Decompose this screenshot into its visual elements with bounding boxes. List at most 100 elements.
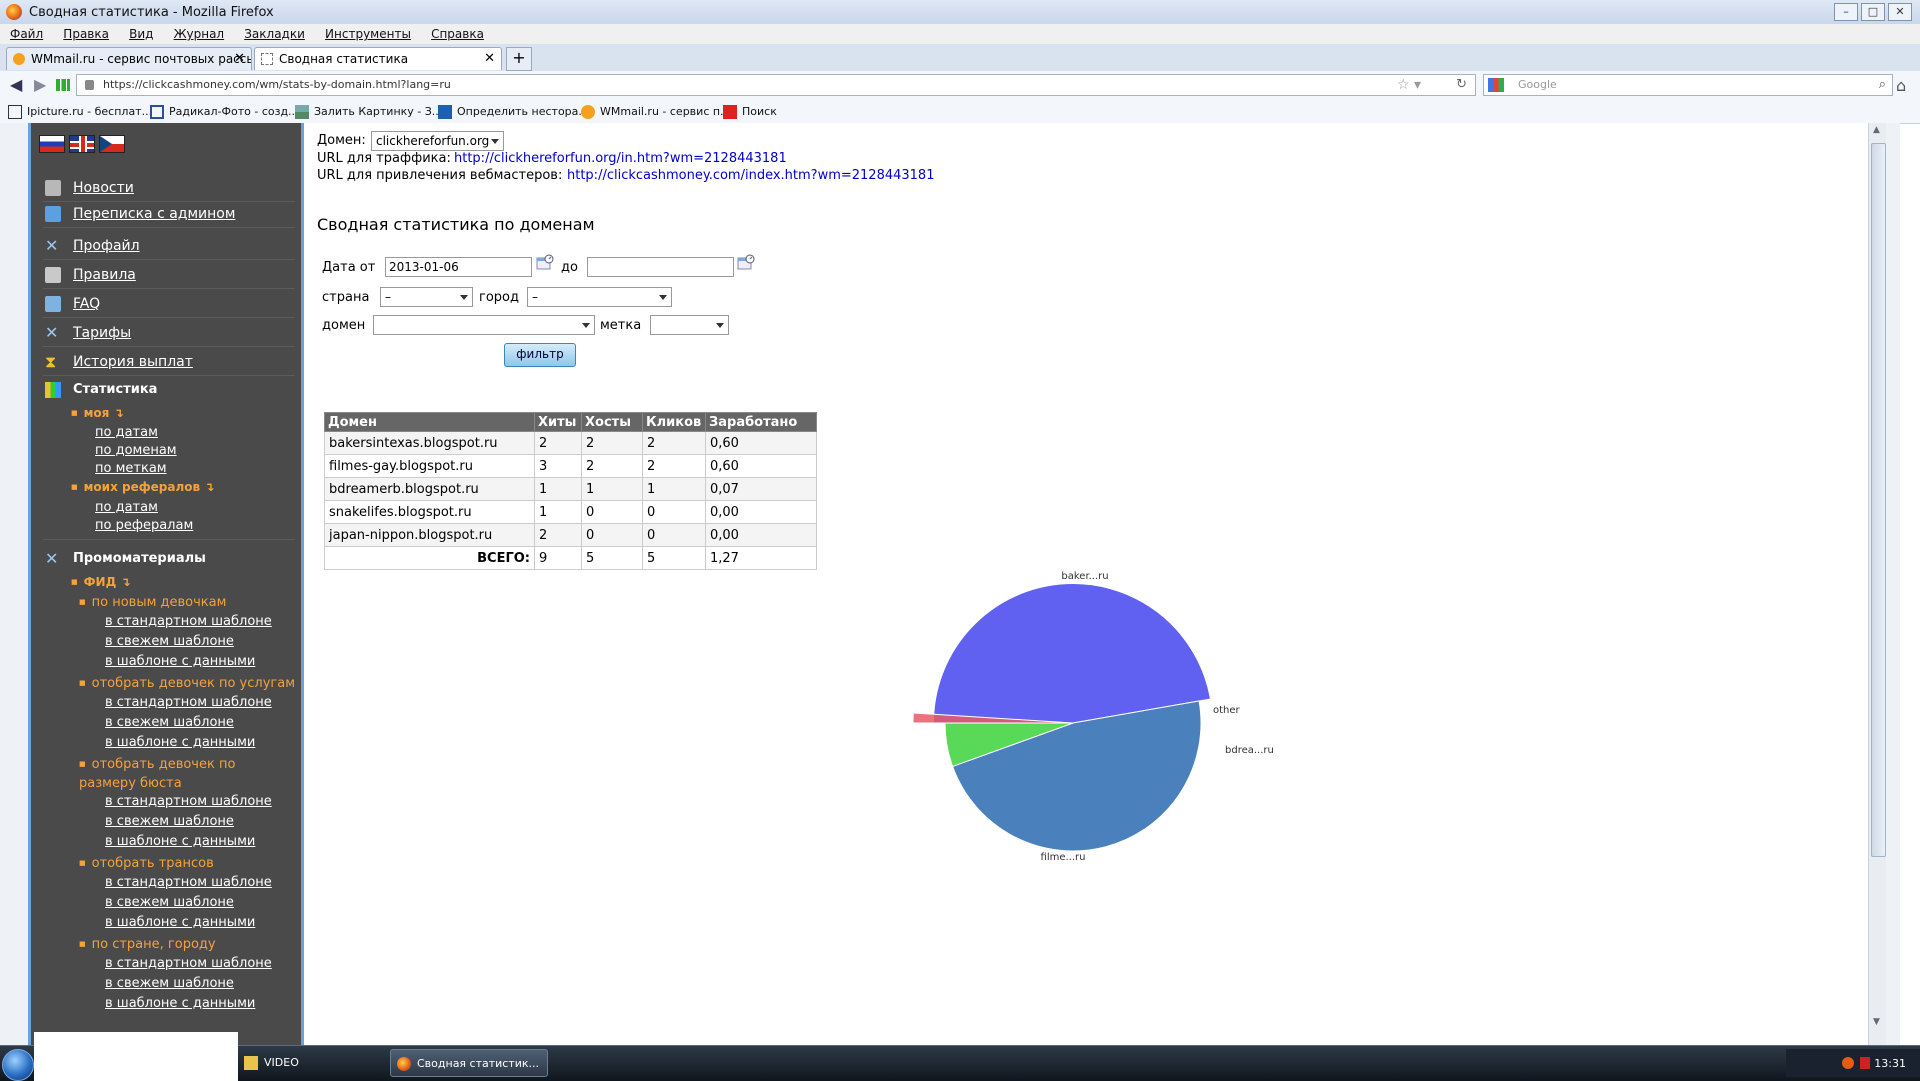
promo-feed[interactable]: ФИД ↴ [71, 575, 131, 589]
sidebar-item-profile[interactable]: ✕ Профайл [43, 233, 295, 260]
home-icon[interactable]: ⌂ [1896, 76, 1906, 95]
forward-arrow-icon[interactable]: ▶ [34, 75, 46, 94]
scroll-down-icon[interactable]: ▼ [1873, 1017, 1880, 1027]
promo-link[interactable]: в стандартном шаблоне [105, 614, 272, 629]
taskbar-item-firefox[interactable]: Сводная статистик... [390, 1049, 548, 1077]
sidebar-item-label[interactable]: Тарифы [73, 325, 131, 341]
left-margin [0, 123, 28, 1045]
stats-mine[interactable]: моя ↴ [71, 406, 124, 420]
back-arrow-icon[interactable]: ◀ [10, 75, 22, 94]
bookmark-label: Определить нестора... [457, 105, 589, 118]
search-icon[interactable]: ⌕ [1879, 75, 1886, 95]
scrollbar-thumb[interactable] [1871, 143, 1886, 857]
promo-link[interactable]: в шаблоне с данными [105, 654, 255, 669]
sidebar-item-label[interactable]: История выплат [73, 354, 193, 370]
bookmark-star-icon[interactable]: ☆ ▾ [1397, 75, 1421, 95]
alert-tray-icon[interactable] [1860, 1057, 1870, 1069]
bookmark-zalit[interactable]: Залить Картинку - З... [295, 105, 442, 119]
sidebar-item-payouts[interactable]: ⧗ История выплат [43, 349, 295, 376]
calendar-icon[interactable] [536, 254, 554, 270]
stats-referrals[interactable]: моих рефералов ↴ [71, 480, 215, 494]
promo-category[interactable]: отобрать девочек по размеру бюста [79, 756, 291, 792]
close-window-button[interactable]: ✕ [1888, 3, 1912, 21]
domain-select[interactable]: clickhereforfun.org [371, 131, 504, 151]
search-input[interactable]: Google ⌕ [1483, 74, 1893, 96]
menu-help[interactable]: Справка [431, 27, 484, 41]
menu-bookmarks[interactable]: Закладки [244, 27, 305, 41]
scroll-up-icon[interactable]: ▲ [1873, 125, 1880, 135]
promo-link[interactable]: в стандартном шаблоне [105, 794, 272, 809]
promo-category[interactable]: отобрать трансов [79, 855, 214, 874]
sidebar-item-label[interactable]: Новости [73, 180, 134, 196]
promo-link[interactable]: в свежем шаблоне [105, 814, 234, 829]
flag-cz-icon[interactable] [99, 135, 125, 153]
maximize-button[interactable]: □ [1861, 3, 1885, 21]
menu-history[interactable]: Журнал [174, 27, 225, 41]
date-to-input[interactable] [587, 257, 734, 277]
sidebar-item-rules[interactable]: Правила [43, 262, 295, 289]
menu-file[interactable]: Файл [10, 27, 43, 41]
bookmark-ip[interactable]: Определить нестора... [438, 105, 589, 119]
webmaster-url-link[interactable]: http://clickcashmoney.com/index.htm?wm=2… [567, 168, 934, 183]
promo-link[interactable]: в свежем шаблоне [105, 715, 234, 730]
menu-view[interactable]: Вид [129, 27, 153, 41]
promo-link[interactable]: в свежем шаблоне [105, 895, 234, 910]
tab-stats[interactable]: Сводная статистика ✕ [254, 47, 502, 70]
sidebar-item-label[interactable]: FAQ [73, 296, 100, 312]
stats-mine-by-tags[interactable]: по меткам [95, 461, 167, 476]
domain-filter-select[interactable] [373, 315, 595, 335]
tab-wmmail[interactable]: WMmail.ru - сервис почтовых рассылок... … [6, 47, 252, 70]
bookmark-search[interactable]: Поиск [723, 105, 777, 119]
table-cell: bdreamerb.blogspot.ru [324, 477, 535, 501]
reload-icon[interactable]: ↻ [1456, 75, 1467, 95]
flag-ru-icon[interactable] [39, 135, 65, 153]
city-select[interactable]: – [527, 287, 672, 307]
sidebar-item-messages[interactable]: Переписка с админом [43, 201, 295, 228]
start-button[interactable] [2, 1049, 34, 1081]
promo-link[interactable]: в шаблоне с данными [105, 915, 255, 930]
table-cell: 0,07 [705, 477, 817, 501]
bookmark-ipicture[interactable]: Ipicture.ru - бесплат... [8, 105, 152, 119]
sidebar-item-label[interactable]: Правила [73, 267, 136, 283]
sidebar-item-faq[interactable]: FAQ [43, 291, 295, 318]
vertical-scrollbar[interactable]: ▲ ▼ [1868, 123, 1887, 1045]
sidebar-item-tariffs[interactable]: ✕ Тарифы [43, 320, 295, 347]
stats-ref-by-dates[interactable]: по датам [95, 500, 158, 515]
sidebar-item-label[interactable]: Профайл [73, 238, 140, 254]
close-tab-icon[interactable]: ✕ [484, 48, 495, 70]
promo-link[interactable]: в стандартном шаблоне [105, 956, 272, 971]
promo-link[interactable]: в свежем шаблоне [105, 976, 234, 991]
close-tab-icon[interactable]: ✕ [234, 48, 245, 70]
promo-link[interactable]: в шаблоне с данными [105, 834, 255, 849]
sidebar-item-label[interactable]: Переписка с админом [73, 206, 235, 222]
flag-en-icon[interactable] [69, 135, 95, 153]
pie-slice-label: filme...ru [1041, 852, 1086, 863]
promo-category[interactable]: отобрать девочек по услугам [79, 675, 295, 694]
stats-mine-by-dates[interactable]: по датам [95, 425, 158, 440]
country-select[interactable]: – [380, 287, 473, 307]
menu-tools[interactable]: Инструменты [325, 27, 411, 41]
bookmark-wmmail[interactable]: WMmail.ru - сервис п... [581, 105, 731, 119]
filter-button[interactable]: фильтр [504, 343, 576, 367]
sidebar-item-news[interactable]: Новости [43, 175, 295, 202]
promo-category[interactable]: по новым девочкам [79, 594, 227, 613]
tag-select[interactable] [650, 315, 729, 335]
traffic-url-link[interactable]: http://clickhereforfun.org/in.htm?wm=212… [454, 151, 787, 166]
minimize-button[interactable]: – [1834, 3, 1858, 21]
calendar-icon[interactable] [737, 254, 755, 270]
promo-link[interactable]: в шаблоне с данными [105, 996, 255, 1011]
taskbar-item-video[interactable]: VIDEO [238, 1049, 368, 1077]
bookmark-radikal[interactable]: Радикал-Фото - созд... [150, 105, 299, 119]
promo-link[interactable]: в шаблоне с данными [105, 735, 255, 750]
date-from-input[interactable]: 2013-01-06 [385, 257, 532, 277]
promo-link[interactable]: в стандартном шаблоне [105, 875, 272, 890]
stats-mine-by-domains[interactable]: по доменам [95, 443, 177, 458]
firefox-tray-icon[interactable] [1842, 1057, 1854, 1069]
promo-category[interactable]: по стране, городу [79, 936, 216, 955]
promo-link[interactable]: в стандартном шаблоне [105, 695, 272, 710]
promo-link[interactable]: в свежем шаблоне [105, 634, 234, 649]
new-tab-button[interactable]: + [506, 47, 532, 71]
url-bar[interactable]: https://clickcashmoney.com/wm/stats-by-d… [76, 74, 1476, 96]
stats-ref-by-referrals[interactable]: по рефералам [95, 518, 193, 533]
menu-edit[interactable]: Правка [63, 27, 109, 41]
